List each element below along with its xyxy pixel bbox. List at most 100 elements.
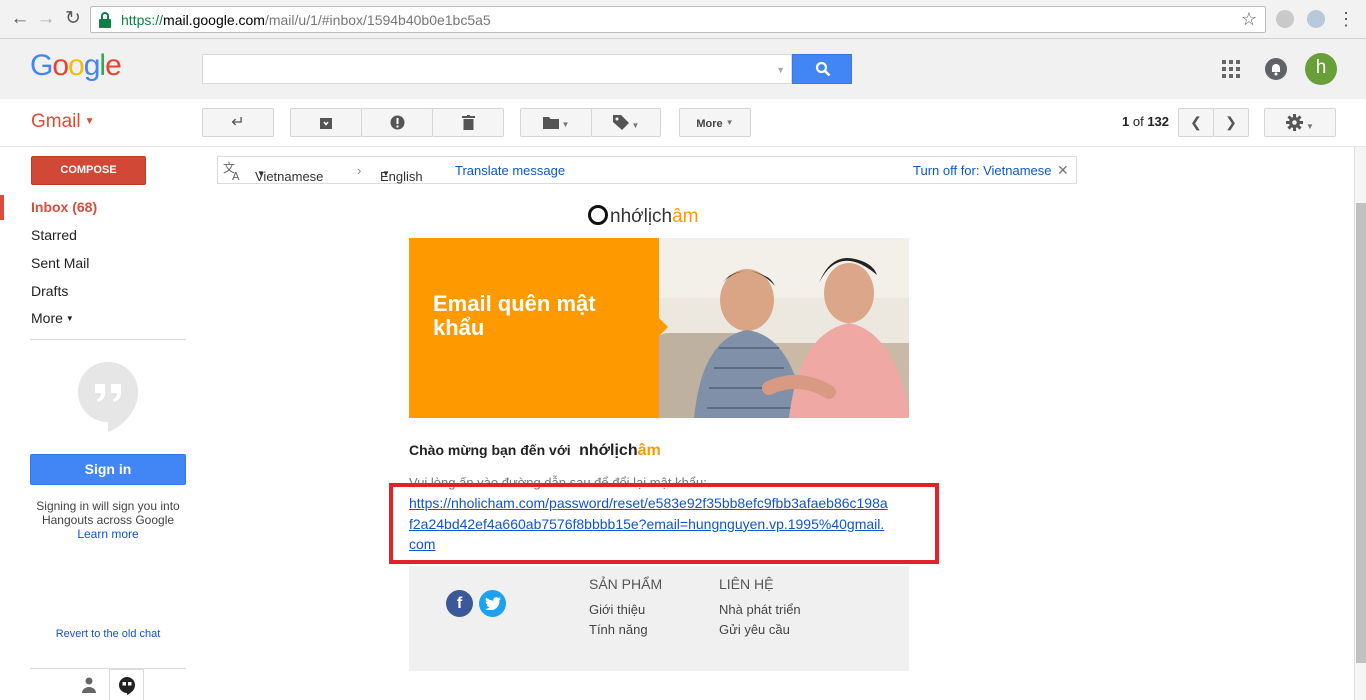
lock-icon [99,12,111,28]
archive-button[interactable] [290,108,362,137]
pagination-count: 1 of 132 [1122,114,1169,129]
revert-old-chat-link[interactable]: Revert to the old chat [30,628,186,640]
page-scrollbar[interactable] [1354,147,1366,700]
svg-text:A: A [232,170,240,181]
page-current: 1 [1122,114,1130,129]
sidebar-item-sent-mail[interactable]: Sent Mail [31,255,89,271]
close-icon[interactable]: ✕ [1057,162,1069,179]
bookmark-star-icon[interactable]: ☆ [1241,9,1257,30]
delete-button[interactable] [432,108,504,137]
gear-icon [1286,114,1304,131]
welcome-brand: nhớlịchâm [575,442,661,459]
hangouts-sign-in-button[interactable]: Sign in [30,454,186,485]
email-footer: f SẢN PHẨM Giới thiệu Tính năng LIÊN HỆ … [409,566,909,671]
gmail-header: Google ▼ h [0,39,1366,99]
report-spam-button[interactable] [361,108,433,137]
turn-off-translation-link[interactable]: Turn off for: Vietnamese [913,163,1052,178]
hero-photo-illustration [659,238,909,418]
google-logo[interactable]: Google [30,49,122,83]
compose-button[interactable]: COMPOSE [31,156,146,185]
message-toolbar: Gmail ▼ ↵ ▼ ▼ More ▼ 1 of 132 ❮ ❯ ▼ [0,99,1366,147]
sidebar-bottom-divider [30,668,186,669]
older-button[interactable]: ❯ [1213,108,1249,137]
address-bar[interactable]: https://mail.google.com/mail/u/1/#inbox/… [90,6,1266,33]
footer-link-developer[interactable]: Nhà phát triển [719,602,801,617]
logo-letter: o [52,49,69,82]
welcome-text: Chào mừng bạn đến với [409,442,571,458]
learn-more-link[interactable]: Learn more [77,527,138,541]
sidebar-item-starred[interactable]: Starred [31,227,77,243]
translate-icon: 文 A [223,161,240,181]
footer-link-request[interactable]: Gửi yêu cầu [719,622,790,637]
spam-exclamation-icon [390,115,404,130]
trash-icon [461,115,475,130]
footer-link-intro[interactable]: Giới thiệu [589,602,645,617]
contacts-person-icon[interactable] [82,677,96,693]
page-total: 132 [1147,114,1170,129]
chevron-down-icon: ▼ [725,118,734,127]
welcome-brand-accent: âm [637,442,661,459]
hangouts-bubble-icon [78,362,138,432]
hero-orange-panel: Email quên mật khẩu [409,238,659,418]
back-to-inbox-button[interactable]: ↵ [202,108,274,137]
chrome-menu-icon[interactable]: ⋮ [1334,7,1358,31]
source-language-label: Vietnamese [255,169,324,184]
forward-arrow-icon[interactable]: → [34,7,58,31]
scrollbar-thumb[interactable] [1356,203,1366,663]
translate-message-link[interactable]: Translate message [455,163,565,178]
logo-letter: g [83,49,101,82]
chevron-left-icon: ❮ [1190,114,1202,130]
extension-icon[interactable] [1276,10,1294,28]
signin-hint-text: Signing in will sign you into Hangouts a… [36,499,180,527]
welcome-brand-main: nhớlịch [579,442,638,459]
footer-link-features[interactable]: Tính năng [589,622,648,637]
search-button[interactable] [792,54,852,84]
hangouts-tab[interactable] [109,669,144,700]
reload-icon[interactable]: ↻ [61,7,85,31]
footer-contact-title: LIÊN HỆ [719,576,774,592]
settings-button[interactable]: ▼ [1264,108,1336,137]
notifications-bell-icon[interactable] [1265,58,1287,80]
sidebar-item-more[interactable]: More ▼ [31,310,74,326]
chevron-right-icon: › [357,163,362,178]
browser-toolbar: ← → ↻ https://mail.google.com/mail/u/1/#… [0,0,1366,39]
chevron-down-icon: ▼ [84,116,95,127]
gmail-label-text: Gmail [31,111,81,132]
welcome-heading: Chào mừng bạn đến với nhớlịchâm [409,442,661,460]
active-nav-indicator [0,195,4,220]
newer-button[interactable]: ❮ [1178,108,1214,137]
sidebar-item-inbox[interactable]: Inbox (68) [31,199,97,215]
more-actions-button[interactable]: More ▼ [679,108,751,137]
search-options-caret-icon[interactable]: ▼ [776,65,785,75]
signin-hint: Signing in will sign you into Hangouts a… [30,499,186,541]
chevron-down-icon: ▼ [257,169,265,178]
skype-extension-icon[interactable] [1307,10,1325,28]
translate-bar: 文 A Vietnamese ▼ › English ▼ Translate mes… [217,156,1077,184]
sidebar-item-drafts[interactable]: Drafts [31,283,68,299]
hangouts-quote-icon [119,677,135,695]
brand-swirl-icon [588,205,608,225]
logo-letter: o [68,49,85,82]
chevron-right-icon: ❯ [1225,114,1237,130]
apps-grid-icon[interactable] [1222,60,1240,78]
highlight-annotation-box [389,483,939,564]
twitter-icon[interactable] [479,590,506,617]
label-tag-icon [612,115,629,130]
hero-photo [659,238,909,418]
gmail-menu[interactable]: Gmail ▼ [31,111,95,133]
back-arrow-icon[interactable]: ← [8,7,32,31]
logo-letter: e [105,49,122,82]
avatar[interactable]: h [1305,53,1337,85]
back-arrow-icon: ↵ [231,114,245,131]
search-input[interactable]: ▼ [202,54,792,84]
logo-letter: G [30,49,53,82]
url-text: https://mail.google.com/mail/u/1/#inbox/… [121,12,491,28]
chevron-down-icon: ▼ [1306,122,1314,131]
brand-name-main: nhớlịch [610,206,673,227]
brand-logo: nhớlịchâm [588,205,699,228]
chevron-down-icon: ▼ [561,120,570,129]
more-label: More [696,118,723,130]
move-to-button[interactable]: ▼ [520,108,592,137]
labels-button[interactable]: ▼ [591,108,661,137]
facebook-icon[interactable]: f [446,590,473,617]
